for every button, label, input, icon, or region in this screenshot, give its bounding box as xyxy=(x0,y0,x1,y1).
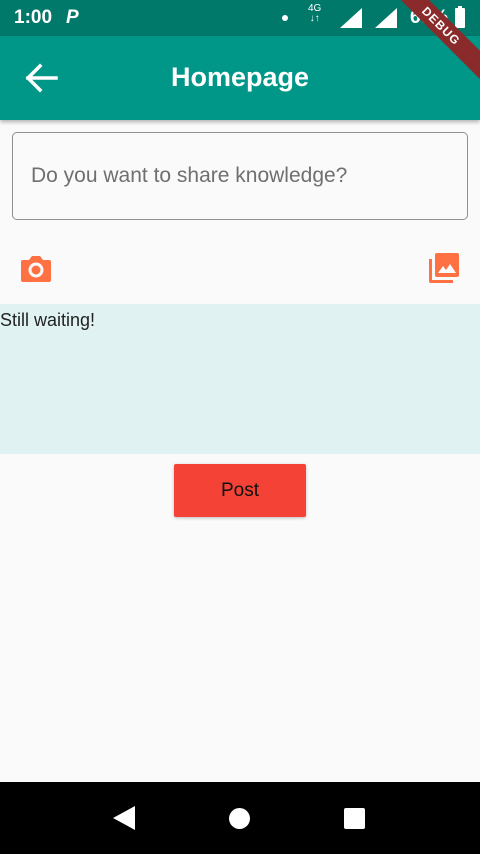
signal-strength-icon xyxy=(340,8,362,28)
parking-notification-icon: P xyxy=(66,7,79,28)
post-button[interactable]: Post xyxy=(174,464,306,517)
system-navigation-bar xyxy=(0,782,480,854)
nav-back-icon[interactable] xyxy=(113,806,135,830)
photo-library-icon[interactable] xyxy=(428,252,460,284)
page-title: Homepage xyxy=(170,62,310,92)
app-bar: Homepage xyxy=(0,36,480,120)
wifi-signal-icon xyxy=(375,8,397,28)
image-preview-area: Still waiting! xyxy=(0,304,480,454)
preview-status-text: Still waiting! xyxy=(0,310,96,330)
data-activity-arrows: ↓↑ xyxy=(309,13,320,24)
battery-icon xyxy=(455,6,465,28)
nav-recent-apps-icon[interactable] xyxy=(344,808,365,829)
camera-icon[interactable] xyxy=(20,253,52,283)
network-type-indicator: 4G ↓↑ xyxy=(308,4,321,24)
nav-home-icon[interactable] xyxy=(229,808,250,829)
notification-dot-icon xyxy=(282,15,288,21)
share-knowledge-input[interactable] xyxy=(12,132,468,220)
status-time: 1:00 xyxy=(14,7,53,28)
